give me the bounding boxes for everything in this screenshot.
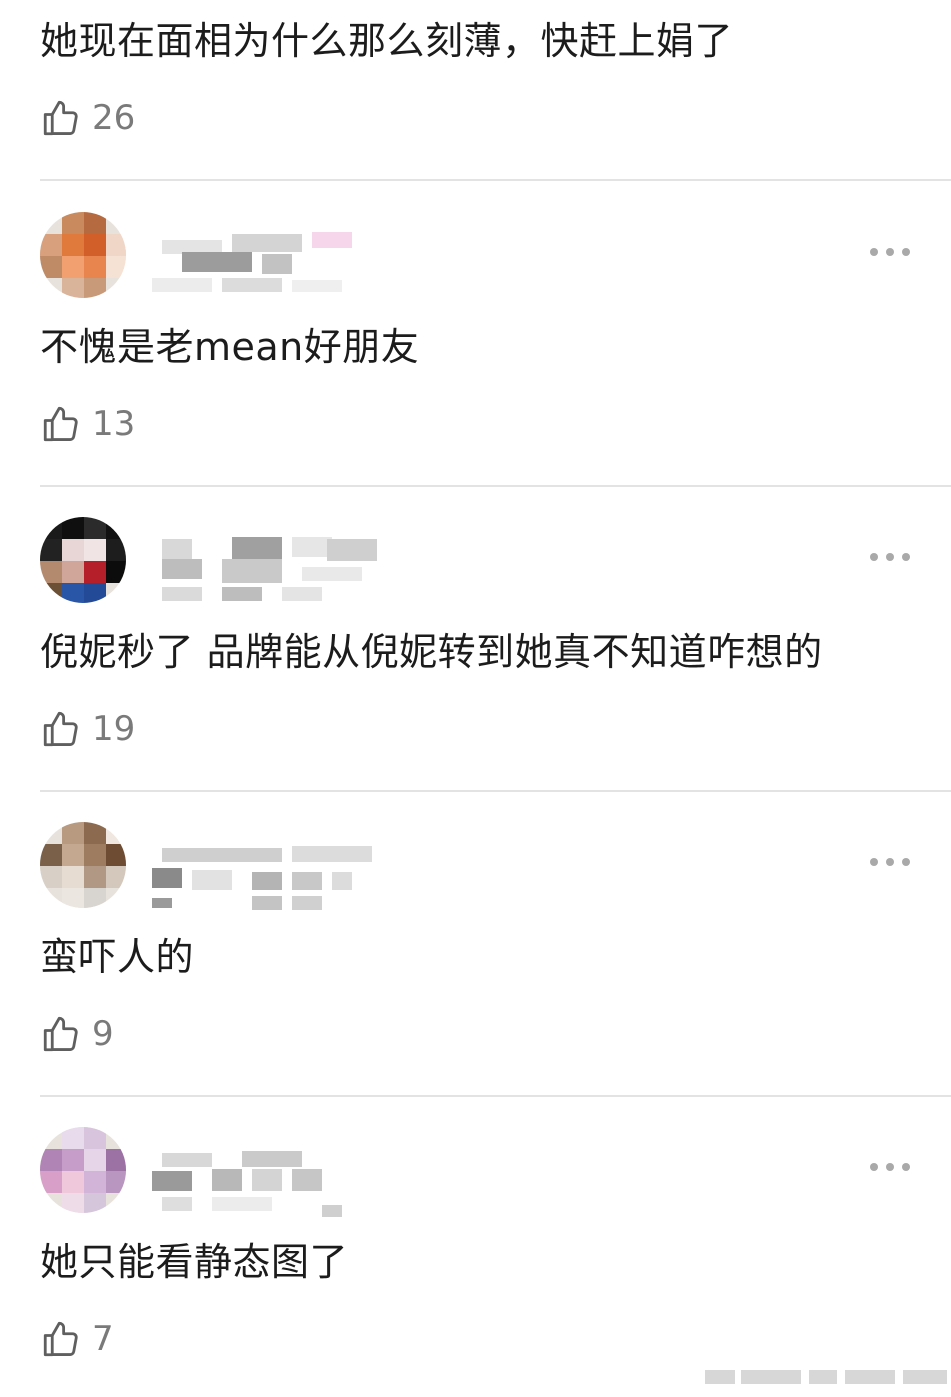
like-count: 9 xyxy=(92,1014,114,1054)
like-count: 19 xyxy=(92,709,136,749)
more-button[interactable] xyxy=(870,852,910,872)
comment-feed: 她现在面相为什么那么刻薄，快赶上娟了 26 不愧是老mean好朋友 13 倪妮秒… xyxy=(0,0,951,1397)
like-button[interactable]: 9 xyxy=(40,1012,114,1056)
comment-text: 倪妮秒了 品牌能从倪妮转到她真不知道咋想的 xyxy=(40,630,823,674)
comment-text: 她现在面相为什么那么刻薄，快赶上娟了 xyxy=(40,19,734,63)
thumbs-up-icon xyxy=(43,406,78,442)
divider xyxy=(40,179,951,181)
more-button[interactable] xyxy=(870,1157,910,1177)
divider xyxy=(40,1095,951,1097)
like-button[interactable]: 7 xyxy=(40,1317,114,1361)
like-count: 26 xyxy=(92,98,136,138)
comment-header xyxy=(40,1127,910,1217)
thumbs-up-icon xyxy=(43,1321,78,1357)
comment-header xyxy=(40,822,910,912)
more-horizontal-icon xyxy=(870,1163,878,1171)
avatar[interactable] xyxy=(40,212,126,298)
thumbs-up-icon xyxy=(43,711,78,747)
username-blurred[interactable] xyxy=(152,537,392,607)
divider xyxy=(40,485,951,487)
username-blurred[interactable] xyxy=(152,1147,392,1217)
comment-text: 蛮吓人的 xyxy=(40,935,195,979)
like-button[interactable]: 13 xyxy=(40,402,135,446)
avatar[interactable] xyxy=(40,822,126,908)
comment-header xyxy=(40,212,910,302)
comment-text: 她只能看静态图了 xyxy=(40,1240,349,1284)
divider xyxy=(40,790,951,792)
thumbs-up-icon xyxy=(43,100,78,136)
more-button[interactable] xyxy=(870,242,910,262)
more-horizontal-icon xyxy=(870,248,878,256)
more-button[interactable] xyxy=(870,547,910,567)
comment-header xyxy=(40,517,910,607)
username-blurred[interactable] xyxy=(152,842,392,912)
like-button[interactable]: 26 xyxy=(40,96,135,140)
like-count: 13 xyxy=(92,404,136,444)
more-horizontal-icon xyxy=(870,553,878,561)
like-button[interactable]: 19 xyxy=(40,707,135,751)
avatar[interactable] xyxy=(40,517,126,603)
watermark xyxy=(705,1368,951,1388)
like-count: 7 xyxy=(92,1319,114,1359)
comment-text: 不愧是老mean好朋友 xyxy=(40,325,420,369)
username-blurred[interactable] xyxy=(152,232,392,302)
avatar[interactable] xyxy=(40,1127,126,1213)
thumbs-up-icon xyxy=(43,1016,78,1052)
more-horizontal-icon xyxy=(870,858,878,866)
